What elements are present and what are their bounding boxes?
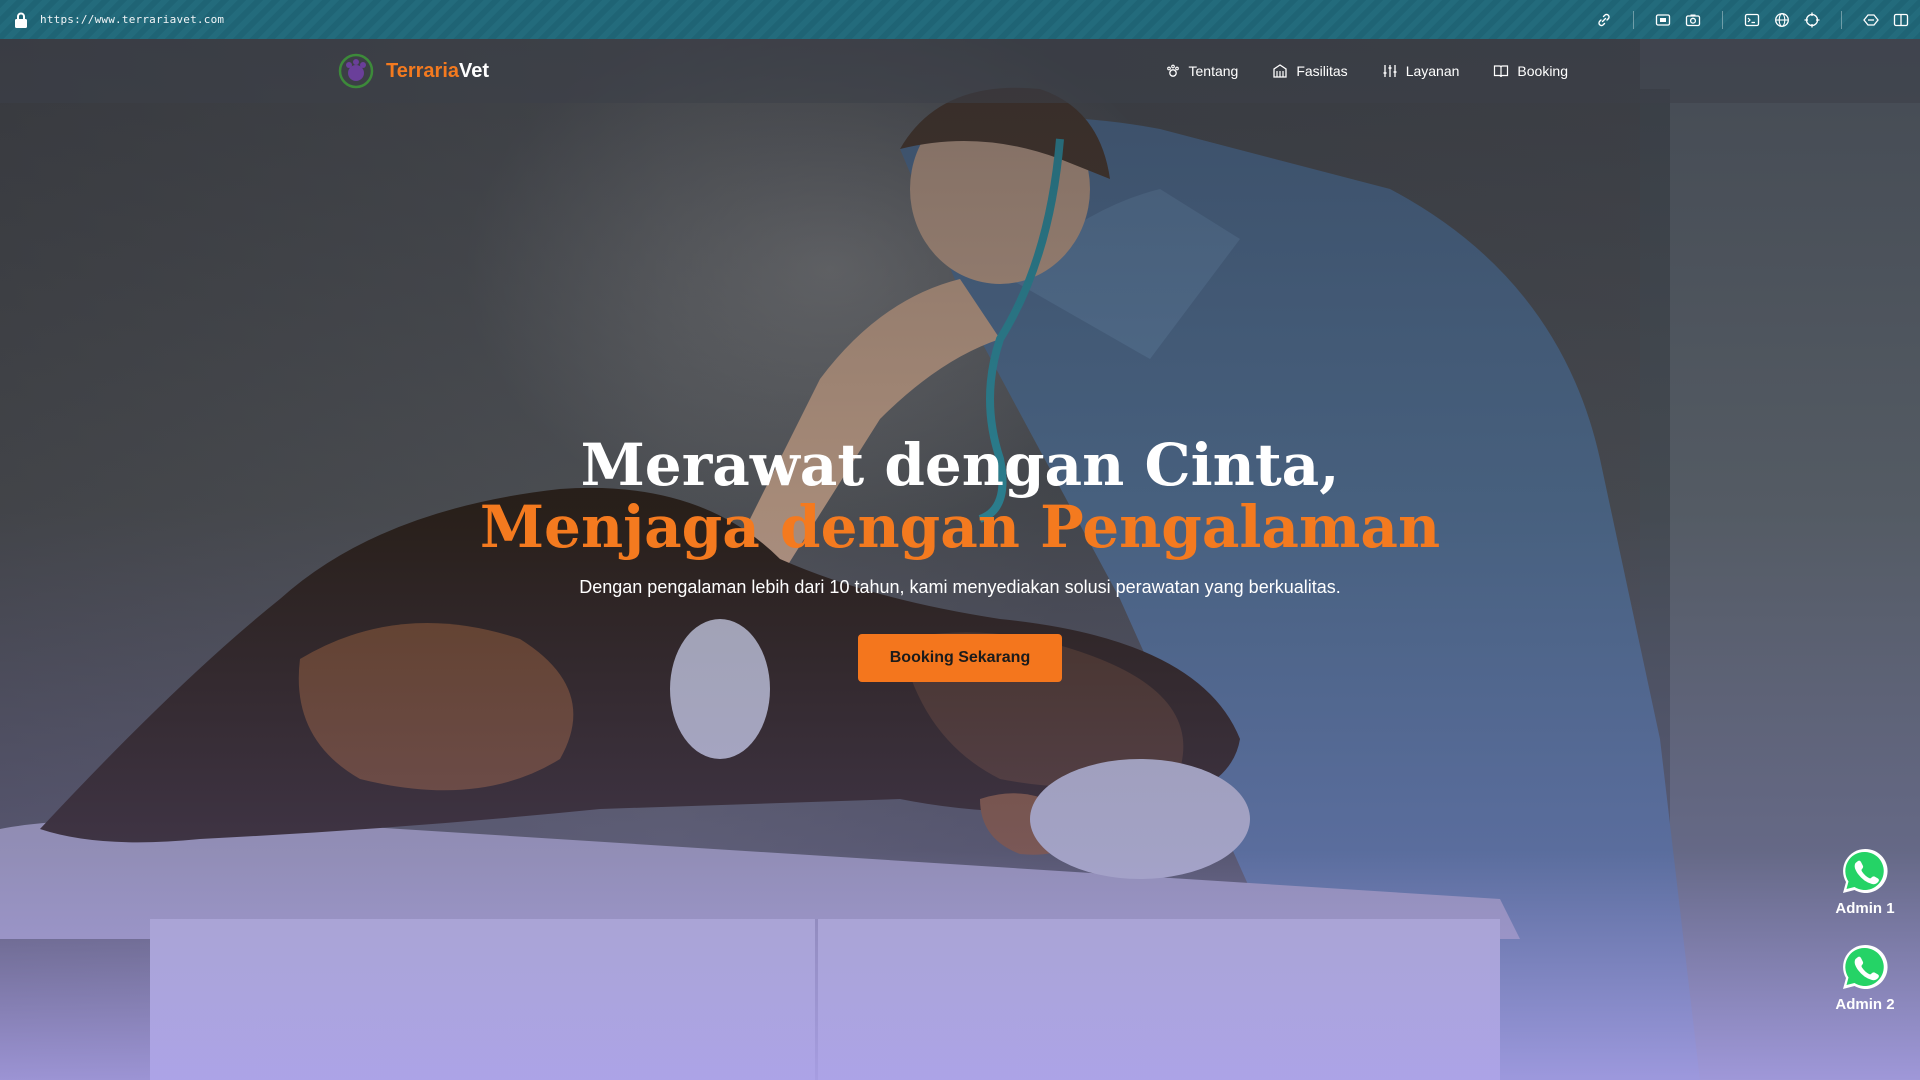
toolbar-divider xyxy=(1722,10,1723,29)
brand-name-part2: Vet xyxy=(459,59,490,82)
whatsapp-admin-label: Admin 2 xyxy=(1835,996,1895,1013)
browser-toolbar xyxy=(1595,0,1910,39)
url-text[interactable]: https://www.terrariavet.com xyxy=(40,13,224,26)
browser-address-bar: https://www.terrariavet.com xyxy=(0,0,1920,39)
nav-label: Booking xyxy=(1517,63,1568,79)
hero-title-line1: Merawat dengan Cinta, xyxy=(580,431,1340,499)
nav-item-fasilitas[interactable]: Fasilitas xyxy=(1272,63,1348,79)
paw-logo-icon xyxy=(338,53,374,89)
whatsapp-icon xyxy=(1843,848,1888,893)
terminal-icon[interactable] xyxy=(1743,11,1761,29)
whatsapp-admin-1-button[interactable]: Admin 1 xyxy=(1830,846,1900,917)
whatsapp-admin-2-button[interactable]: Admin 2 xyxy=(1830,942,1900,1013)
nav-item-tentang[interactable]: Tentang xyxy=(1165,63,1239,79)
sidebar-icon[interactable] xyxy=(1892,11,1910,29)
toolbar-divider xyxy=(1633,10,1634,29)
globe-icon[interactable] xyxy=(1773,11,1791,29)
extensions-icon[interactable] xyxy=(1862,11,1880,29)
hero-section: TerrariaVet Tentang Fasilitas Layanan Bo… xyxy=(0,39,1920,1080)
nav-item-booking[interactable]: Booking xyxy=(1493,63,1568,79)
toolbar-divider xyxy=(1841,10,1842,29)
paw-icon xyxy=(1166,64,1179,77)
main-navbar: TerrariaVet Tentang Fasilitas Layanan Bo… xyxy=(0,39,1920,103)
camera-icon[interactable] xyxy=(1684,11,1702,29)
brand-logo-link[interactable]: TerrariaVet xyxy=(338,53,489,89)
sliders-icon xyxy=(1383,65,1397,77)
screenshot-icon[interactable] xyxy=(1654,11,1672,29)
brand-name-part1: Terraria xyxy=(386,59,460,82)
brand-name: TerrariaVet xyxy=(386,60,489,83)
booking-now-button[interactable]: Booking Sekarang xyxy=(858,634,1062,682)
book-icon xyxy=(1494,65,1509,78)
nav-label: Layanan xyxy=(1405,63,1460,79)
nav-label: Fasilitas xyxy=(1296,63,1348,79)
link-icon[interactable] xyxy=(1595,11,1613,29)
hero-title: Merawat dengan Cinta, Menjaga dengan Pen… xyxy=(0,434,1920,558)
lock-icon xyxy=(15,12,27,28)
nav-menu: Tentang Fasilitas Layanan Booking xyxy=(1165,39,1568,103)
building-icon xyxy=(1273,64,1287,78)
hero-subtitle: Dengan pengalaman lebih dari 10 tahun, k… xyxy=(579,577,1341,597)
nav-label: Tentang xyxy=(1188,63,1239,79)
crosshair-icon[interactable] xyxy=(1803,11,1821,29)
whatsapp-admin-label: Admin 1 xyxy=(1835,900,1895,917)
whatsapp-icon xyxy=(1843,944,1888,989)
hero-title-line2: Menjaga dengan Pengalaman xyxy=(479,493,1441,561)
nav-item-layanan[interactable]: Layanan xyxy=(1382,63,1460,79)
